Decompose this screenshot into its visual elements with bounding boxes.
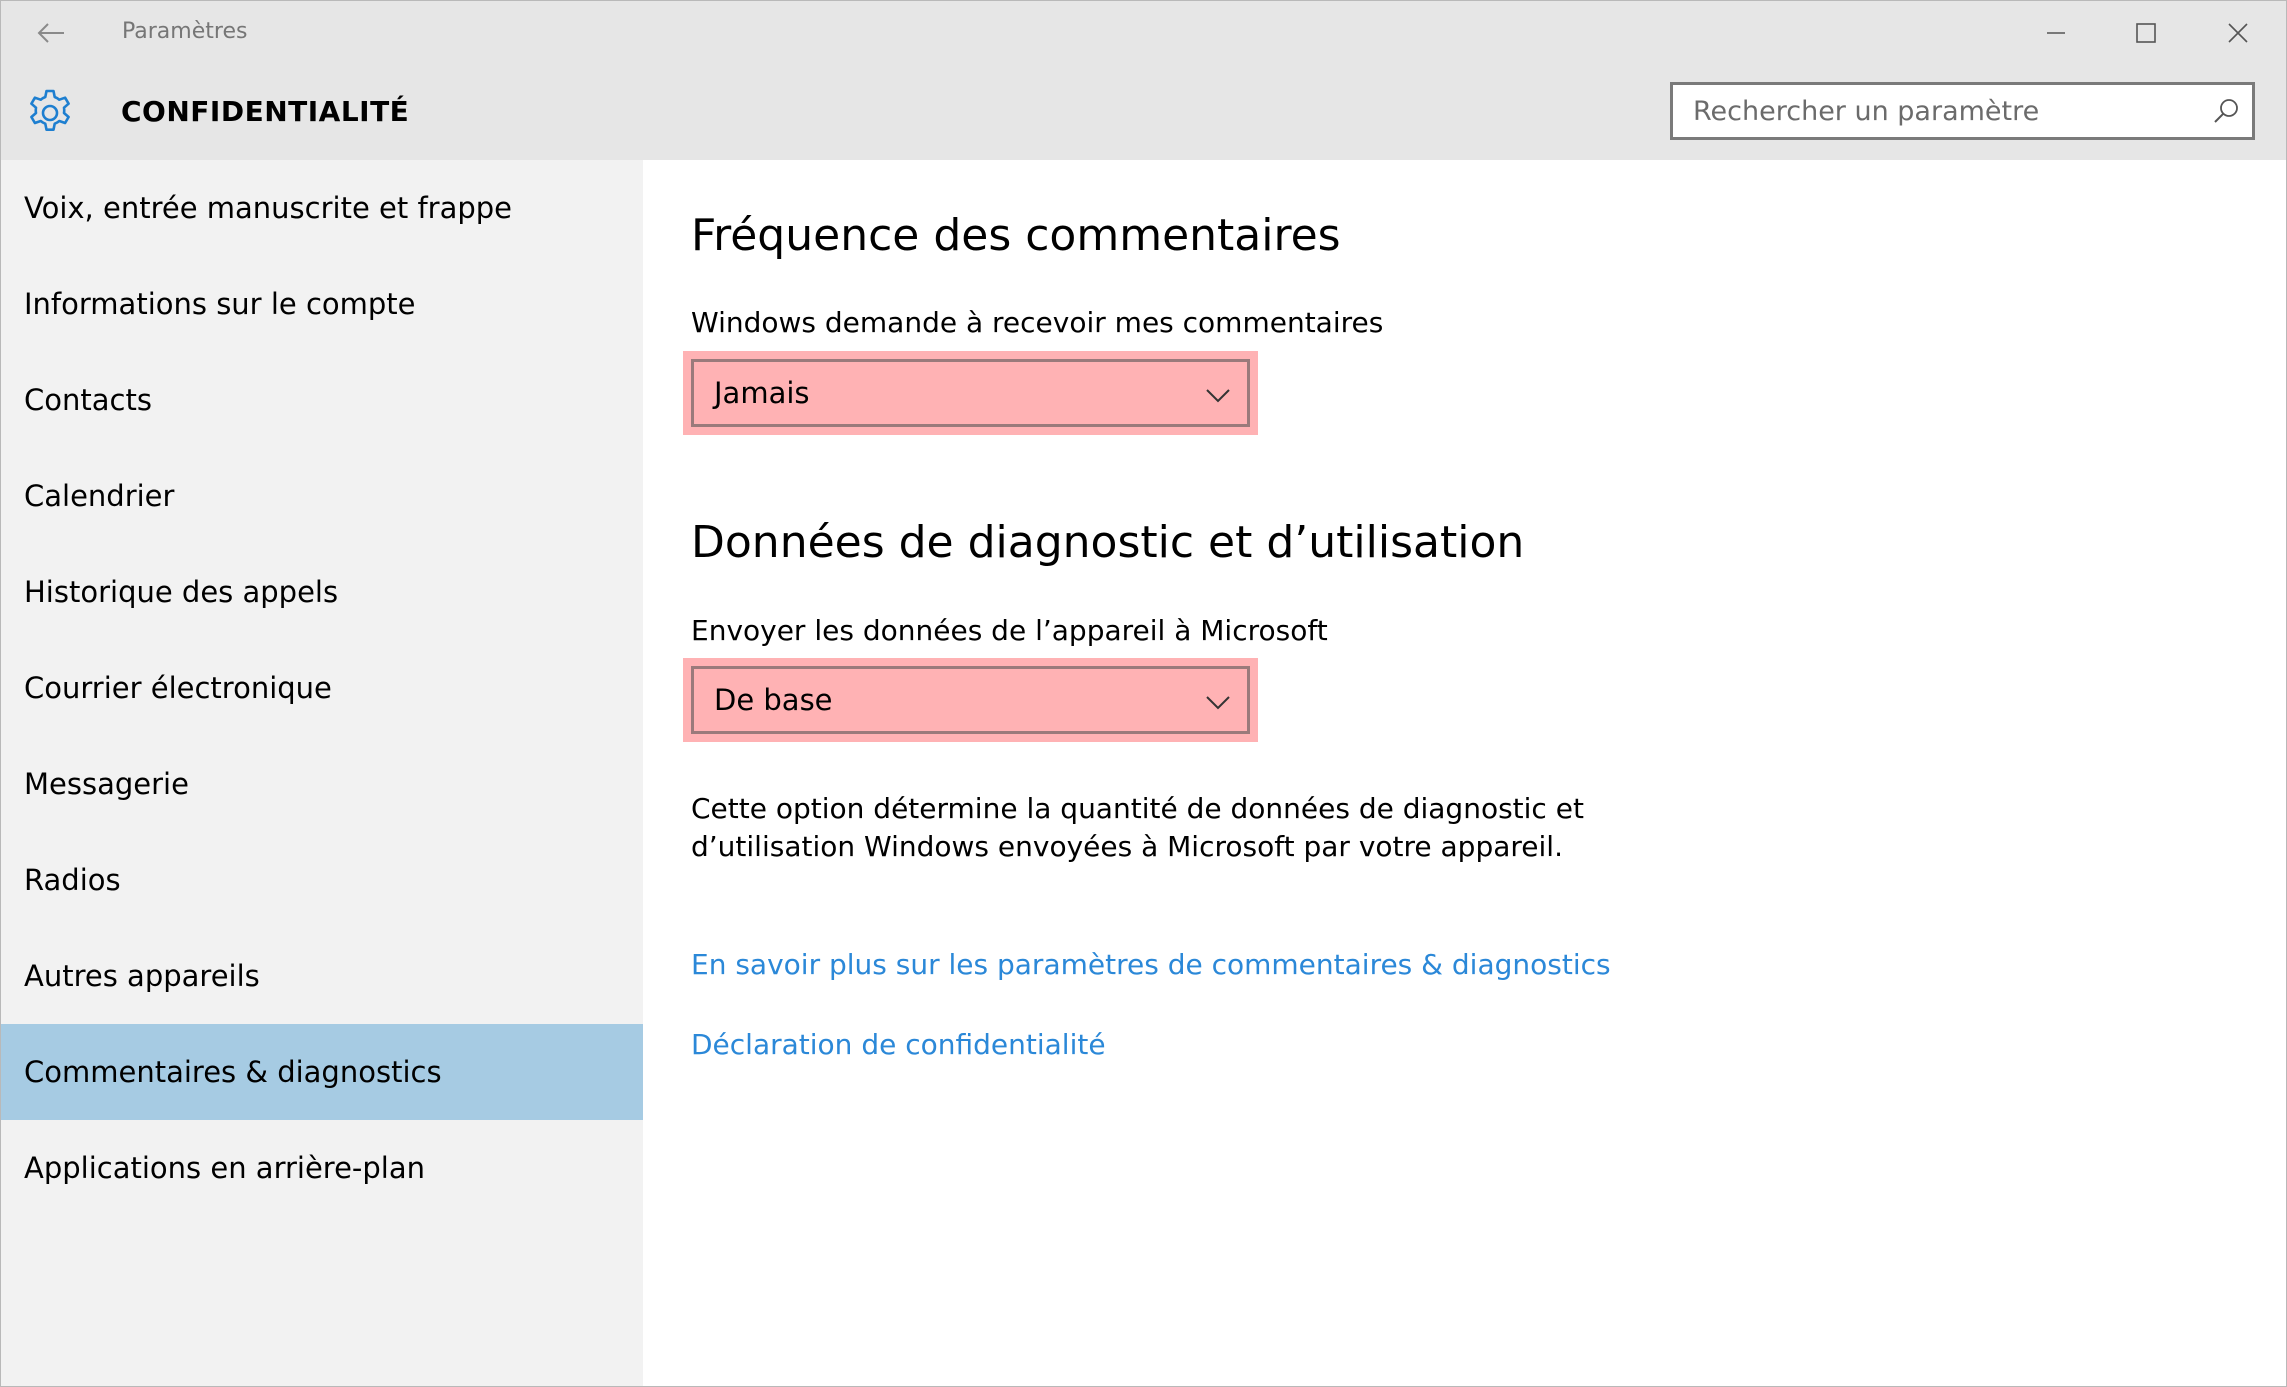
- sidebar-item-label: Messagerie: [24, 767, 189, 801]
- gear-icon: [30, 89, 70, 131]
- maximize-icon: [2136, 23, 2156, 43]
- chevron-down-icon: [1206, 389, 1230, 403]
- privacy-statement-link[interactable]: Déclaration de confidentialité: [691, 1028, 1106, 1061]
- sidebar-item-background-apps[interactable]: Applications en arrière-plan: [1, 1120, 643, 1216]
- search-input[interactable]: [1673, 85, 2213, 137]
- sidebar-item-account-info[interactable]: Informations sur le compte: [1, 256, 643, 352]
- main-content: Fréquence des commentaires Windows deman…: [643, 160, 2286, 1386]
- sidebar-item-label: Courrier électronique: [24, 671, 332, 705]
- feedback-frequency-dropdown[interactable]: Jamais: [691, 359, 1250, 427]
- sidebar-item-calendar[interactable]: Calendrier: [1, 448, 643, 544]
- minimize-button[interactable]: [2011, 1, 2101, 65]
- close-button[interactable]: [2193, 1, 2283, 65]
- sidebar-item-label: Contacts: [24, 383, 152, 417]
- diagnostic-data-dropdown[interactable]: De base: [691, 666, 1250, 734]
- sidebar-item-messaging[interactable]: Messagerie: [1, 736, 643, 832]
- sidebar-item-email[interactable]: Courrier électronique: [1, 640, 643, 736]
- maximize-button[interactable]: [2101, 1, 2191, 65]
- search-icon[interactable]: [2212, 97, 2240, 125]
- learn-more-link[interactable]: En savoir plus sur les paramètres de com…: [691, 948, 1611, 981]
- sidebar-item-label: Applications en arrière-plan: [24, 1151, 426, 1185]
- sidebar-item-label: Voix, entrée manuscrite et frappe: [24, 191, 513, 225]
- close-icon: [2228, 23, 2248, 43]
- settings-window: Paramètres CONFIDENTIALITÉ Rechercher un…: [0, 0, 2287, 1387]
- arrow-left-icon: [37, 23, 64, 43]
- sidebar-item-voice[interactable]: Voix, entrée manuscrite et frappe: [1, 160, 643, 256]
- diagnostic-description: Cette option détermine la quantité de do…: [691, 792, 1584, 863]
- diagnostic-data-highlight: De base: [683, 658, 1258, 742]
- minimize-icon: [2047, 32, 2065, 34]
- sidebar-item-label: Autres appareils: [24, 959, 260, 993]
- search-box[interactable]: [1670, 82, 2255, 140]
- diagnostic-data-heading: Données de diagnostic et d’utilisation: [691, 517, 1525, 568]
- sidebar-item-label: Radios: [24, 863, 121, 897]
- feedback-frequency-heading: Fréquence des commentaires: [691, 210, 1341, 261]
- sidebar-item-label: Informations sur le compte: [24, 287, 416, 321]
- sidebar-item-other-devices[interactable]: Autres appareils: [1, 928, 643, 1024]
- chevron-down-icon: [1206, 696, 1230, 710]
- feedback-frequency-highlight: Jamais: [683, 351, 1258, 435]
- dropdown-value: De base: [714, 683, 833, 717]
- sidebar-item-radios[interactable]: Radios: [1, 832, 643, 928]
- page-header: CONFIDENTIALITÉ: [1, 65, 2286, 160]
- sidebar-item-label: Historique des appels: [24, 575, 339, 609]
- sidebar-item-label: Calendrier: [24, 479, 175, 513]
- sidebar: Voix, entrée manuscrite et frappe Inform…: [1, 160, 643, 1386]
- dropdown-value: Jamais: [714, 376, 810, 410]
- sidebar-item-call-history[interactable]: Historique des appels: [1, 544, 643, 640]
- sidebar-item-contacts[interactable]: Contacts: [1, 352, 643, 448]
- title-bar: Paramètres: [1, 1, 2286, 65]
- sidebar-item-feedback-diagnostics[interactable]: Commentaires & diagnostics: [1, 1024, 643, 1120]
- feedback-frequency-label: Windows demande à recevoir mes commentai…: [691, 306, 1384, 339]
- diagnostic-data-label: Envoyer les données de l’appareil à Micr…: [691, 614, 1328, 647]
- back-button[interactable]: [25, 11, 77, 55]
- page-title: CONFIDENTIALITÉ: [121, 95, 410, 128]
- sidebar-item-label: Commentaires & diagnostics: [24, 1055, 442, 1089]
- window-title: Paramètres: [122, 19, 248, 44]
